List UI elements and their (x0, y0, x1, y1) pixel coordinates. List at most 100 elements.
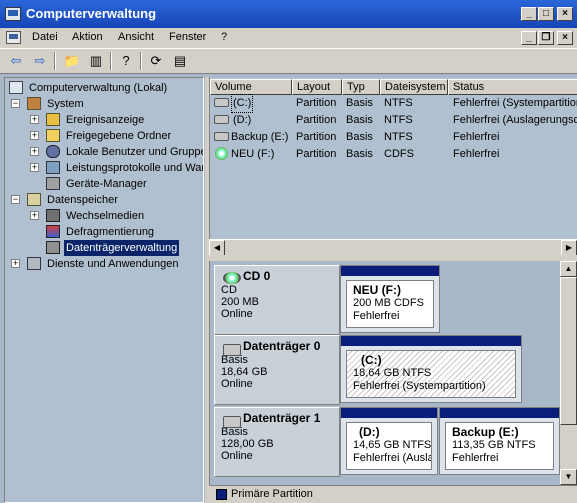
disk-info-cd0[interactable]: CD 0 CD 200 MB Online (214, 265, 340, 335)
expand-icon[interactable]: + (30, 147, 39, 156)
vertical-scrollbar[interactable]: ▲ ▼ (560, 261, 577, 485)
cell-typ: Basis (346, 148, 373, 160)
table-row[interactable]: NEU (F:) Partition Basis CDFS Fehlerfrei (212, 146, 577, 163)
partition-d[interactable]: (D:) 14,65 GB NTFS Fehlerfrei (Auslag (340, 407, 438, 475)
cell-status: Fehlerfrei (453, 148, 500, 160)
disk-state: Online (221, 450, 253, 462)
disk-graphical-view[interactable]: CD 0 CD 200 MB Online NEU (F:) 200 MB CD… (209, 261, 577, 503)
disk-type: CD (221, 284, 237, 296)
partition-c[interactable]: (C:) 18,64 GB NTFS Fehlerfrei (Systempar… (340, 335, 522, 403)
menu-datei[interactable]: Datei (32, 31, 58, 43)
partition-neu-f[interactable]: NEU (F:) 200 MB CDFS Fehlerfrei (340, 265, 440, 333)
disk-size: 18,64 GB (221, 366, 268, 378)
back-arrow-icon[interactable]: ⇦ (6, 52, 26, 70)
cell-volume: (D:) (233, 114, 252, 126)
menu-ansicht[interactable]: Ansicht (118, 31, 154, 43)
tree-label: Lokale Benutzer und Gruppen (66, 146, 204, 158)
shared-folder-icon (46, 129, 60, 142)
expand-icon[interactable]: + (30, 163, 39, 172)
disk-icon (223, 344, 241, 356)
column-header-layout[interactable]: Layout (292, 79, 342, 95)
disk-info-datentraeger0[interactable]: Datenträger 0 Basis 18,64 GB Online (214, 335, 340, 405)
primary-partition-bar (341, 408, 437, 418)
scroll-right-icon[interactable]: ▶ (561, 240, 577, 256)
partition-status: Fehlerfrei (452, 452, 499, 464)
child-minimize-button[interactable]: _ (521, 31, 537, 45)
primary-partition-bar (440, 408, 559, 418)
column-header-dateisystem[interactable]: Dateisystem (380, 79, 448, 95)
partition-status: Fehlerfrei (353, 310, 400, 322)
cell-layout: Partition (296, 97, 337, 109)
partition-name: (C:) (361, 353, 382, 367)
cell-typ: Basis (346, 97, 373, 109)
table-row[interactable]: (D:) Partition Basis NTFS Fehlerfrei (Au… (212, 112, 577, 129)
cd-drive-icon (223, 272, 241, 284)
child-window-icon[interactable] (6, 31, 21, 44)
scrollbar-thumb[interactable] (560, 277, 577, 425)
tree-label: Computerverwaltung (Lokal) (29, 82, 168, 94)
console-tree[interactable]: Computerverwaltung (Lokal) − System + Er… (4, 77, 204, 503)
tree-label: Geräte-Manager (66, 178, 147, 190)
horizontal-scrollbar[interactable]: ◀ ▶ (209, 239, 577, 256)
title-bar[interactable]: Computerverwaltung _ □ × (0, 0, 577, 28)
close-button[interactable]: × (557, 7, 573, 21)
disk-state: Online (221, 308, 253, 320)
scroll-up-icon[interactable]: ▲ (560, 261, 577, 277)
up-folder-icon[interactable]: 📁 (62, 52, 82, 70)
help-icon[interactable]: ? (116, 52, 136, 70)
tree-label: System (47, 98, 84, 110)
primary-partition-bar (341, 336, 521, 346)
scroll-left-icon[interactable]: ◀ (209, 240, 225, 256)
properties-icon[interactable]: ▤ (170, 52, 190, 70)
child-restore-button[interactable]: ❐ (538, 31, 554, 45)
tree-label: Datenspeicher (47, 194, 118, 206)
disk-name: CD 0 (243, 269, 271, 283)
expand-icon[interactable]: + (30, 211, 39, 220)
app-icon[interactable] (5, 7, 21, 21)
services-icon (27, 257, 41, 270)
minimize-button[interactable]: _ (521, 7, 537, 21)
menu-fenster[interactable]: Fenster (169, 31, 206, 43)
cell-dateisystem: NTFS (384, 114, 413, 126)
show-hide-tree-icon[interactable]: ▥ (86, 52, 106, 70)
table-row[interactable]: Backup (E:) Partition Basis NTFS Fehlerf… (212, 129, 577, 146)
partition-size: 14,65 GB NTFS (353, 439, 432, 451)
disk-management-icon (46, 241, 60, 254)
primary-partition-swatch (216, 489, 227, 500)
disk-info-datentraeger1[interactable]: Datenträger 1 Basis 128,00 GB Online (214, 407, 340, 477)
refresh-icon[interactable]: ⟳ (146, 52, 166, 70)
table-row[interactable]: (C:) Partition Basis NTFS Fehlerfrei (Sy… (212, 94, 577, 113)
expand-icon[interactable]: + (30, 131, 39, 140)
tree-label: Wechselmedien (66, 210, 145, 222)
volume-list[interactable]: Volume Layout Typ Dateisystem Status (C:… (209, 77, 577, 255)
partition-name: (D:) (359, 425, 380, 439)
child-close-button[interactable]: × (557, 31, 573, 45)
collapse-icon[interactable]: − (11, 195, 20, 204)
cell-status: Fehlerfrei (453, 131, 500, 143)
disk-name: Datenträger 1 (243, 411, 321, 425)
scroll-down-icon[interactable]: ▼ (560, 469, 577, 485)
partition-size: 18,64 GB NTFS (353, 367, 432, 379)
column-header-status[interactable]: Status (448, 79, 577, 95)
partition-content: (D:) 14,65 GB NTFS Fehlerfrei (Auslag (346, 422, 432, 470)
column-header-typ[interactable]: Typ (342, 79, 380, 95)
tree-label: Ereignisanzeige (66, 114, 145, 126)
forward-arrow-icon[interactable]: ⇨ (30, 52, 50, 70)
expand-icon[interactable]: + (30, 115, 39, 124)
partition-size: 113,35 GB NTFS (452, 439, 536, 451)
menu-aktion[interactable]: Aktion (72, 31, 103, 43)
maximize-button[interactable]: □ (538, 7, 554, 21)
cell-dateisystem: NTFS (384, 131, 413, 143)
device-manager-icon (46, 177, 60, 190)
toolbar-divider (54, 52, 56, 70)
toolbar-divider (140, 52, 142, 70)
partition-name: Backup (E:) (452, 425, 519, 439)
column-header-volume[interactable]: Volume (210, 79, 292, 95)
menu-help[interactable]: ? (221, 31, 227, 43)
partition-content: Backup (E:) 113,35 GB NTFS Fehlerfrei (445, 422, 554, 470)
cell-dateisystem: NTFS (384, 97, 413, 109)
cell-layout: Partition (296, 131, 337, 143)
collapse-icon[interactable]: − (11, 99, 20, 108)
partition-backup-e[interactable]: Backup (E:) 113,35 GB NTFS Fehlerfrei (439, 407, 560, 475)
expand-icon[interactable]: + (11, 259, 20, 268)
